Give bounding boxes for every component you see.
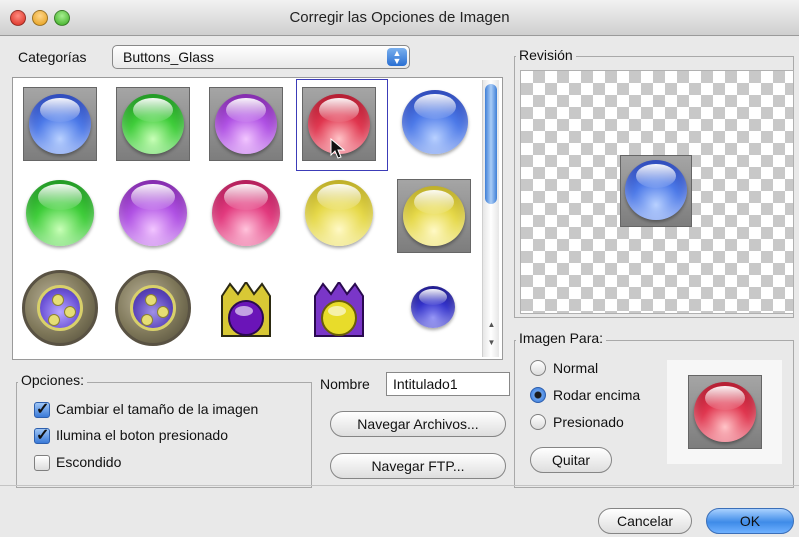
yellow-orb <box>403 186 465 246</box>
browse-ftp-button[interactable]: Navegar FTP... <box>330 453 506 479</box>
yellow-crown-orb-icon <box>314 282 364 337</box>
gallery-scrollbar[interactable]: ▲ ▼ <box>482 80 499 357</box>
ornate-gold-button-pressed-icon <box>115 270 191 346</box>
ornate-hole <box>52 294 64 306</box>
purple-orb <box>215 94 277 154</box>
normal-radio-label: Normal <box>553 360 599 376</box>
hidden-checkbox[interactable] <box>34 455 50 471</box>
categories-dropdown[interactable]: Buttons_Glass ▲ ▼ <box>112 45 410 69</box>
browse-files-button[interactable]: Navegar Archivos... <box>330 411 506 437</box>
cancel-button[interactable]: Cancelar <box>598 508 692 534</box>
footer-divider <box>0 485 799 486</box>
pressed-radio[interactable] <box>530 414 546 430</box>
image-for-legend: Imagen Para: <box>516 330 607 346</box>
window-title: Corregir las Opciones de Imagen <box>289 9 510 26</box>
normal-radio[interactable] <box>530 360 546 376</box>
ornate-gold-button-icon <box>22 270 98 346</box>
scrollbar-thumb[interactable] <box>485 84 497 204</box>
preview-legend: Revisión <box>516 47 576 63</box>
pressed-radio-label: Presionado <box>553 414 624 430</box>
yellow-glass-orb-icon <box>305 180 373 246</box>
ornate-hole <box>141 314 153 326</box>
ornate-inner <box>130 285 176 331</box>
categories-selected-value: Buttons_Glass <box>123 49 215 65</box>
rollover-radio[interactable] <box>530 387 546 403</box>
name-input[interactable]: Intitulado1 <box>386 372 510 396</box>
rollover-radio-label: Rodar encima <box>553 387 641 403</box>
scroll-down-arrow-icon[interactable]: ▼ <box>485 338 498 347</box>
name-label: Nombre <box>320 376 370 392</box>
ornate-hole <box>157 306 169 318</box>
pink-glass-orb-icon <box>212 180 280 246</box>
categories-label: Categorías <box>18 49 87 65</box>
blue-glass-orb-icon <box>402 90 468 154</box>
hidden-label: Escondido <box>56 454 122 470</box>
green-orb <box>122 94 184 154</box>
highlight-pressed-label: Ilumina el boton presionado <box>56 427 229 443</box>
options-legend: Opciones: <box>18 372 88 388</box>
dropdown-arrows-icon: ▲ ▼ <box>387 48 407 66</box>
remove-button[interactable]: Quitar <box>530 447 612 473</box>
purple-glass-orb-icon <box>119 180 187 246</box>
ornate-hole <box>145 294 157 306</box>
scroll-up-arrow-icon[interactable]: ▲ <box>485 320 498 329</box>
mouse-cursor-icon <box>330 138 346 159</box>
ok-button[interactable]: OK <box>706 508 794 534</box>
navy-small-orb-icon <box>411 286 455 328</box>
ornate-hole <box>48 314 60 326</box>
resize-image-label: Cambiar el tamaño de la imagen <box>56 401 259 417</box>
resize-image-checkbox[interactable] <box>34 399 50 419</box>
green-glass-orb-icon <box>26 180 94 246</box>
title-bar: Corregir las Opciones de Imagen <box>0 0 799 36</box>
red-glass-button-square-icon <box>694 382 756 442</box>
highlight-pressed-checkbox[interactable] <box>34 425 50 445</box>
preview-blue-orb-icon <box>625 160 687 220</box>
blue-orb <box>29 94 91 154</box>
purple-crown-orb-icon <box>221 282 271 337</box>
ornate-hole <box>64 306 76 318</box>
ornate-inner <box>37 285 83 331</box>
